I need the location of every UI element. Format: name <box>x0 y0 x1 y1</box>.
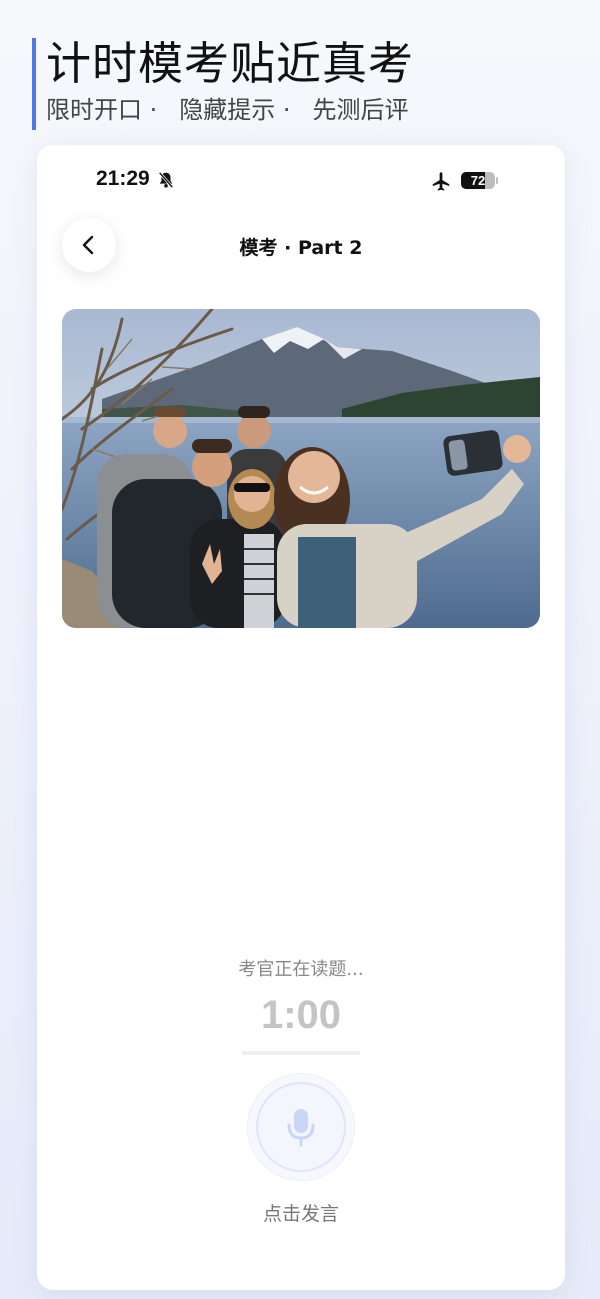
status-time: 21:29 <box>96 167 150 190</box>
promo-title: 计时模考贴近真考 <box>46 37 415 90</box>
exam-prompt-status: 考官正在读题... <box>238 959 364 980</box>
promo-subtitle-item: 隐藏提示 · <box>179 96 291 124</box>
mic-label: 点击发言 <box>262 1203 339 1225</box>
promo-subtitle: 限时开口 · 隐藏提示 · 先测后评 <box>46 94 431 126</box>
timer-progress-bar <box>242 1051 360 1055</box>
battery-tip <box>496 177 498 184</box>
promo-subtitle-item: 先测后评 <box>312 96 409 124</box>
countdown-timer: 1:00 <box>260 993 342 1037</box>
battery-percent: 72 <box>470 173 486 188</box>
microphone-icon <box>287 1109 315 1147</box>
bell-muted-icon <box>158 171 174 189</box>
page-title: 模考 · Part 2 <box>239 237 363 259</box>
status-bar: 21:29 72 <box>37 145 565 217</box>
phone-screen: 21:29 72 模考 · Part 2 考官正在读题... 1:00 点击发言 <box>37 145 565 1290</box>
mic-button[interactable] <box>256 1082 346 1172</box>
battery-icon: 72 <box>461 172 495 189</box>
exam-photo <box>62 309 540 628</box>
promo-header: 计时模考贴近真考 限时开口 · 隐藏提示 · 先测后评 <box>32 38 431 130</box>
airplane-icon <box>432 172 450 191</box>
promo-subtitle-item: 限时开口 · <box>46 96 158 124</box>
